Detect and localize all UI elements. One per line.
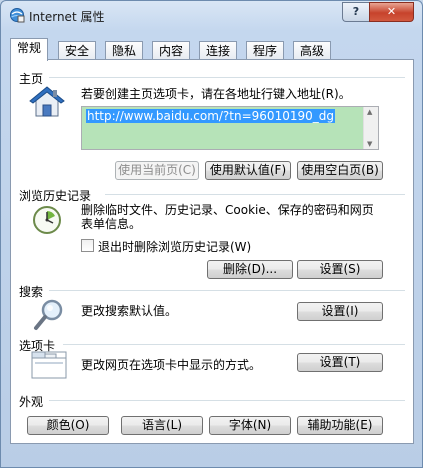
scroll-down-icon[interactable]: ▼ — [367, 140, 372, 148]
tabs-description: 更改网页在选项卡中显示的方式。 — [81, 358, 262, 372]
history-divider — [105, 194, 405, 196]
url-scrollbar[interactable]: ▲ ▼ — [363, 107, 378, 149]
tab-programs[interactable]: 程序 — [246, 41, 285, 60]
history-description-line2: 表单信息。 — [81, 217, 142, 231]
history-description-line1: 删除临时文件、历史记录、Cookie、保存的密码和网页 — [81, 203, 374, 217]
tab-advanced[interactable]: 高级 — [293, 41, 332, 60]
search-magnifier-icon — [34, 299, 63, 330]
history-clock-icon — [33, 206, 61, 234]
tab-general[interactable]: 常规 — [10, 38, 49, 61]
title-bar: Internet 属性 ? ✕ — [1, 1, 422, 31]
internet-options-icon — [10, 8, 25, 23]
homepage-section-title: 主页 — [19, 72, 44, 86]
tab-content[interactable]: 内容 — [152, 41, 191, 60]
homepage-url-text: http://www.baidu.com/?tn=96010190_dg — [86, 109, 335, 123]
appearance-section-title: 外观 — [19, 395, 44, 409]
delete-history-button[interactable]: 删除(D)... — [207, 260, 293, 279]
use-blank-button[interactable]: 使用空白页(B) — [297, 161, 383, 180]
use-default-button[interactable]: 使用默认值(F) — [205, 161, 291, 180]
homepage-divider — [49, 77, 405, 79]
fonts-button[interactable]: 字体(N) — [209, 416, 291, 435]
search-description: 更改搜索默认值。 — [81, 304, 178, 318]
close-button[interactable]: ✕ — [369, 2, 414, 22]
colors-button[interactable]: 颜色(O) — [27, 416, 109, 435]
appearance-divider — [49, 400, 405, 402]
scroll-up-icon[interactable]: ▲ — [367, 108, 372, 116]
tabs-divider — [63, 344, 405, 346]
tab-connections[interactable]: 连接 — [199, 41, 238, 60]
window-title: Internet 属性 — [29, 10, 105, 24]
homepage-description: 若要创建主页选项卡，请在各地址行键入地址(R)。 — [81, 87, 351, 101]
internet-options-window: Internet 属性 ? ✕ 常规 安全 隐私 内容 连接 程序 高级 主页 … — [0, 0, 423, 468]
accessibility-button[interactable]: 辅助功能(E) — [297, 416, 383, 435]
tabs-settings-button[interactable]: 设置(T) — [297, 353, 383, 372]
tabs-window-icon — [31, 351, 67, 379]
delete-on-exit-checkbox[interactable] — [81, 239, 94, 252]
search-settings-button[interactable]: 设置(I) — [297, 302, 383, 321]
home-icon — [29, 86, 65, 117]
search-divider — [49, 290, 405, 292]
use-current-button[interactable]: 使用当前页(C) — [115, 161, 199, 180]
help-button[interactable]: ? — [342, 2, 369, 22]
general-tab-panel: 主页 若要创建主页选项卡，请在各地址行键入地址(R)。 http://www.b… — [10, 59, 414, 444]
delete-on-exit-label[interactable]: 退出时删除浏览历史记录(W) — [98, 238, 251, 255]
tab-privacy[interactable]: 隐私 — [105, 41, 144, 60]
languages-button[interactable]: 语言(L) — [121, 416, 203, 435]
homepage-url-field[interactable]: http://www.baidu.com/?tn=96010190_dg ▲ ▼ — [81, 106, 379, 150]
tab-security[interactable]: 安全 — [58, 41, 97, 60]
history-section-title: 浏览历史记录 — [19, 189, 92, 203]
history-settings-button[interactable]: 设置(S) — [297, 260, 383, 279]
